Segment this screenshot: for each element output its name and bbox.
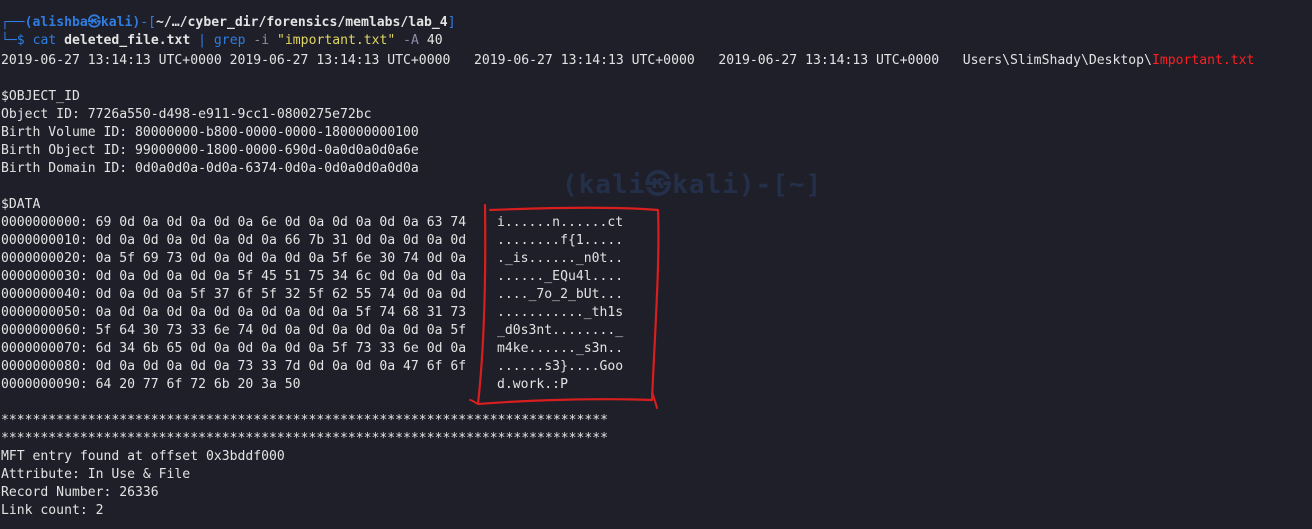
hex-offset: 0000000040: <box>1 287 88 302</box>
prompt-line: ┌──(alishba㉿kali)-[~/…/cyber_dir/forensi… <box>1 14 456 32</box>
hex-bytes: 64 20 77 6f 72 6b 20 3a 50 <box>95 377 301 392</box>
separator-line: ****************************************… <box>1 413 608 428</box>
hex-offset: 0000000050: <box>1 305 88 320</box>
timestamp-text: 2019-06-27 13:14:13 UTC+0000 2019-06-27 … <box>1 53 1152 68</box>
hex-bytes: 0d 0a 0d 0a 0d 0a 73 33 7d 0d 0a 0d 0a 4… <box>95 359 467 374</box>
hex-ascii: d.work.:P <box>497 377 568 392</box>
hexdump-row: 0000000000: 69 0d 0a 0d 0a 0d 0a 6e 0d 0… <box>1 214 466 232</box>
attribute-line: Attribute: In Use & File <box>1 467 191 482</box>
mft-offset-line: MFT entry found at offset 0x3bddf000 <box>1 449 285 464</box>
hex-bytes: 69 0d 0a 0d 0a 0d 0a 6e 0d 0a 0d 0a 0d 0… <box>95 215 467 230</box>
hex-ascii: ...._7o_2_bUt... <box>497 287 624 302</box>
hex-offset: 0000000080: <box>1 359 88 374</box>
hex-ascii: ._is......_n0t.. <box>497 251 624 266</box>
kali-watermark-logo: (kali㉿kali)-[~] <box>562 170 823 200</box>
hexdump-row: 0000000040: 0d 0a 0d 0a 5f 37 6f 5f 32 5… <box>1 286 466 304</box>
prompt-bracket-close: ] <box>447 15 456 30</box>
hex-offset: 0000000090: <box>1 377 88 392</box>
hexdump-row: 0000000020: 0a 5f 69 73 0d 0a 0d 0a 0d 0… <box>1 250 466 268</box>
command-pipe: | <box>198 33 207 48</box>
hex-offset: 0000000000: <box>1 215 88 230</box>
command-grep: grep <box>213 33 246 48</box>
birth-volume-id-line: Birth Volume ID: 80000000-b800-0000-0000… <box>1 125 419 140</box>
terminal-window[interactable]: (kali㉿kali)-[~] ┌──(alishba㉿kali)-[~/…/c… <box>0 0 1312 529</box>
hex-ascii: i......n......ct <box>497 215 624 230</box>
hexdump-row: 0000000090: 64 20 77 6f 72 6b 20 3a 50 <box>1 376 301 394</box>
hexdump-row: 0000000080: 0d 0a 0d 0a 0d 0a 73 33 7d 0… <box>1 358 466 376</box>
prompt-separator: -[ <box>140 15 157 30</box>
hex-bytes: 6d 34 6b 65 0d 0a 0d 0a 0d 0a 5f 73 33 6… <box>95 341 467 356</box>
record-number-line: Record Number: 26336 <box>1 485 159 500</box>
command-cat: cat <box>32 33 57 48</box>
hex-bytes: 0d 0a 0d 0a 5f 37 6f 5f 32 5f 62 55 74 0… <box>95 287 467 302</box>
timestamp-line: 2019-06-27 13:14:13 UTC+0000 2019-06-27 … <box>1 52 1254 70</box>
hex-offset: 0000000070: <box>1 341 88 356</box>
command-line[interactable]: └─$ cat deleted_file.txt | grep -i "impo… <box>1 32 443 50</box>
hex-ascii: _d0s3nt........_ <box>497 323 624 338</box>
link-count-line: Link count: 2 <box>1 503 104 518</box>
hex-bytes: 0d 0a 0d 0a 0d 0a 5f 45 51 75 34 6c 0d 0… <box>95 269 467 284</box>
command-pattern: "important.txt" <box>277 33 396 48</box>
command-flag-A: -A <box>403 33 419 48</box>
hex-bytes: 0a 0d 0a 0d 0a 0d 0a 0d 0a 0d 0a 5f 74 6… <box>95 305 467 320</box>
hex-ascii: ......_EQu4l.... <box>497 269 624 284</box>
hex-offset: 0000000020: <box>1 251 88 266</box>
hex-ascii: m4ke......_s3n.. <box>497 341 624 356</box>
hexdump-row: 0000000050: 0a 0d 0a 0d 0a 0d 0a 0d 0a 0… <box>1 304 466 322</box>
hex-ascii: ......s3}....Goo <box>497 359 624 374</box>
hex-bytes: 5f 64 30 73 33 6e 74 0d 0a 0d 0a 0d 0a 0… <box>95 323 467 338</box>
prompt-box-bottom: └─ <box>1 33 17 48</box>
command-count: 40 <box>426 33 443 48</box>
hexdump-row: 0000000060: 5f 64 30 73 33 6e 74 0d 0a 0… <box>1 322 466 340</box>
data-header: $DATA <box>1 197 41 212</box>
hex-bytes: 0a 5f 69 73 0d 0a 0d 0a 0d 0a 5f 6e 30 7… <box>95 251 467 266</box>
separator-line: ****************************************… <box>1 431 608 446</box>
hex-bytes: 0d 0a 0d 0a 0d 0a 0d 0a 66 7b 31 0d 0a 0… <box>95 233 467 248</box>
highlighted-filename: Important.txt <box>1151 53 1255 68</box>
hex-ascii: ........f{1..... <box>497 233 624 248</box>
command-flag-i: -i <box>253 33 270 48</box>
object-id-header: $OBJECT_ID <box>1 89 80 104</box>
prompt-box-corner: ┌── <box>1 15 25 30</box>
prompt-dollar: $ <box>16 33 33 48</box>
birth-object-id-line: Birth Object ID: 99000000-1800-0000-690d… <box>1 143 419 158</box>
hex-offset: 0000000030: <box>1 269 88 284</box>
prompt-path: ~/…/cyber_dir/forensics/memlabs/lab_4 <box>156 15 448 30</box>
prompt-user-host: (alishba㉿kali) <box>24 15 141 30</box>
object-id-line: Object ID: 7726a550-d498-e911-9cc1-08002… <box>1 107 372 122</box>
birth-domain-id-line: Birth Domain ID: 0d0a0d0a-0d0a-6374-0d0a… <box>1 161 419 176</box>
command-file-arg: deleted_file.txt <box>64 33 191 48</box>
hex-offset: 0000000060: <box>1 323 88 338</box>
hex-ascii: ..........._th1s <box>497 305 624 320</box>
hexdump-row: 0000000070: 6d 34 6b 65 0d 0a 0d 0a 0d 0… <box>1 340 466 358</box>
hexdump-row: 0000000030: 0d 0a 0d 0a 0d 0a 5f 45 51 7… <box>1 268 466 286</box>
hexdump-row: 0000000010: 0d 0a 0d 0a 0d 0a 0d 0a 66 7… <box>1 232 466 250</box>
hex-offset: 0000000010: <box>1 233 88 248</box>
